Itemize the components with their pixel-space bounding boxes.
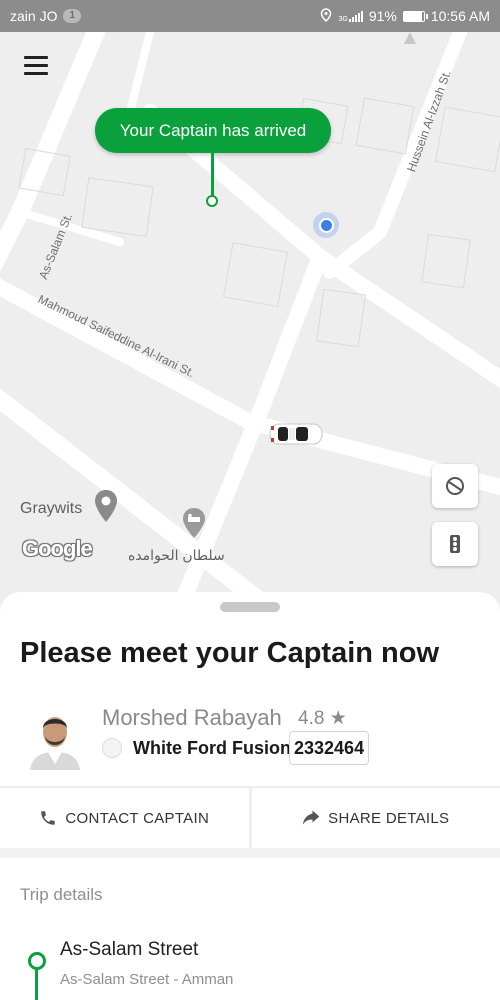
network-type: 3G [338, 15, 348, 23]
pickup-pin-stem [211, 153, 214, 197]
carrier-name: zain JO [10, 8, 58, 24]
section-divider [0, 848, 500, 858]
hotel-pin-icon [183, 508, 205, 538]
sheet-title: Please meet your Captain now [20, 637, 440, 669]
license-plate: 2332464 [289, 731, 370, 765]
poi-label-graywits: Graywits [20, 500, 83, 517]
captain-car-icon [269, 423, 323, 445]
route-line [35, 970, 38, 1000]
traffic-button[interactable] [432, 522, 478, 566]
share-arrow-icon [302, 810, 320, 825]
menu-button[interactable] [24, 56, 48, 76]
battery-icon [402, 10, 428, 22]
rating-value: 4.8 [298, 708, 325, 729]
compass-button[interactable] [432, 464, 478, 508]
pickup-pin-icon [206, 195, 218, 207]
share-details-button[interactable]: SHARE DETAILS [248, 788, 500, 848]
pickup-location-name[interactable]: As-Salam Street [60, 939, 198, 961]
location-icon [320, 7, 332, 25]
captain-arrived-banner: Your Captain has arrived [95, 108, 331, 153]
car-color-indicator [102, 738, 122, 758]
star-icon: ★ [329, 708, 347, 729]
action-bar: CONTACT CAPTAIN SHARE DETAILS [0, 786, 500, 848]
captain-rating: 4.8 ★ [298, 707, 347, 730]
traffic-light-icon [450, 535, 460, 553]
contact-captain-button[interactable]: CONTACT CAPTAIN [0, 788, 249, 848]
sim-badge: 1 [63, 9, 82, 23]
signal-icon [348, 10, 363, 22]
user-location-icon [313, 212, 339, 238]
pickup-location-address: As-Salam Street - Amman [60, 971, 234, 988]
trip-details-title: Trip details [20, 885, 103, 904]
google-logo: Google [22, 536, 93, 561]
status-bar: zain JO 1 3G 91% 10:56 AM [0, 0, 500, 32]
captain-avatar [26, 704, 84, 770]
drag-handle[interactable] [220, 602, 280, 612]
map-view[interactable]: Hussein Al-Izzah St. As-Salam St. Mahmou… [0, 32, 500, 632]
compass-icon [446, 477, 464, 495]
share-details-label: SHARE DETAILS [328, 809, 450, 827]
captain-name: Morshed Rabayah [102, 705, 282, 730]
map-pin-icon [95, 490, 117, 522]
contact-captain-label: CONTACT CAPTAIN [65, 809, 210, 827]
pickup-point-icon [28, 952, 46, 970]
car-model: White Ford Fusion [133, 738, 291, 758]
clock: 10:56 AM [430, 8, 490, 24]
battery-percent: 91% [368, 8, 397, 24]
bottom-sheet: Please meet your Captain now Morshed Rab… [0, 592, 500, 1000]
poi-label-arabic: سلطان الحوامده [128, 547, 225, 563]
phone-icon [41, 811, 56, 825]
